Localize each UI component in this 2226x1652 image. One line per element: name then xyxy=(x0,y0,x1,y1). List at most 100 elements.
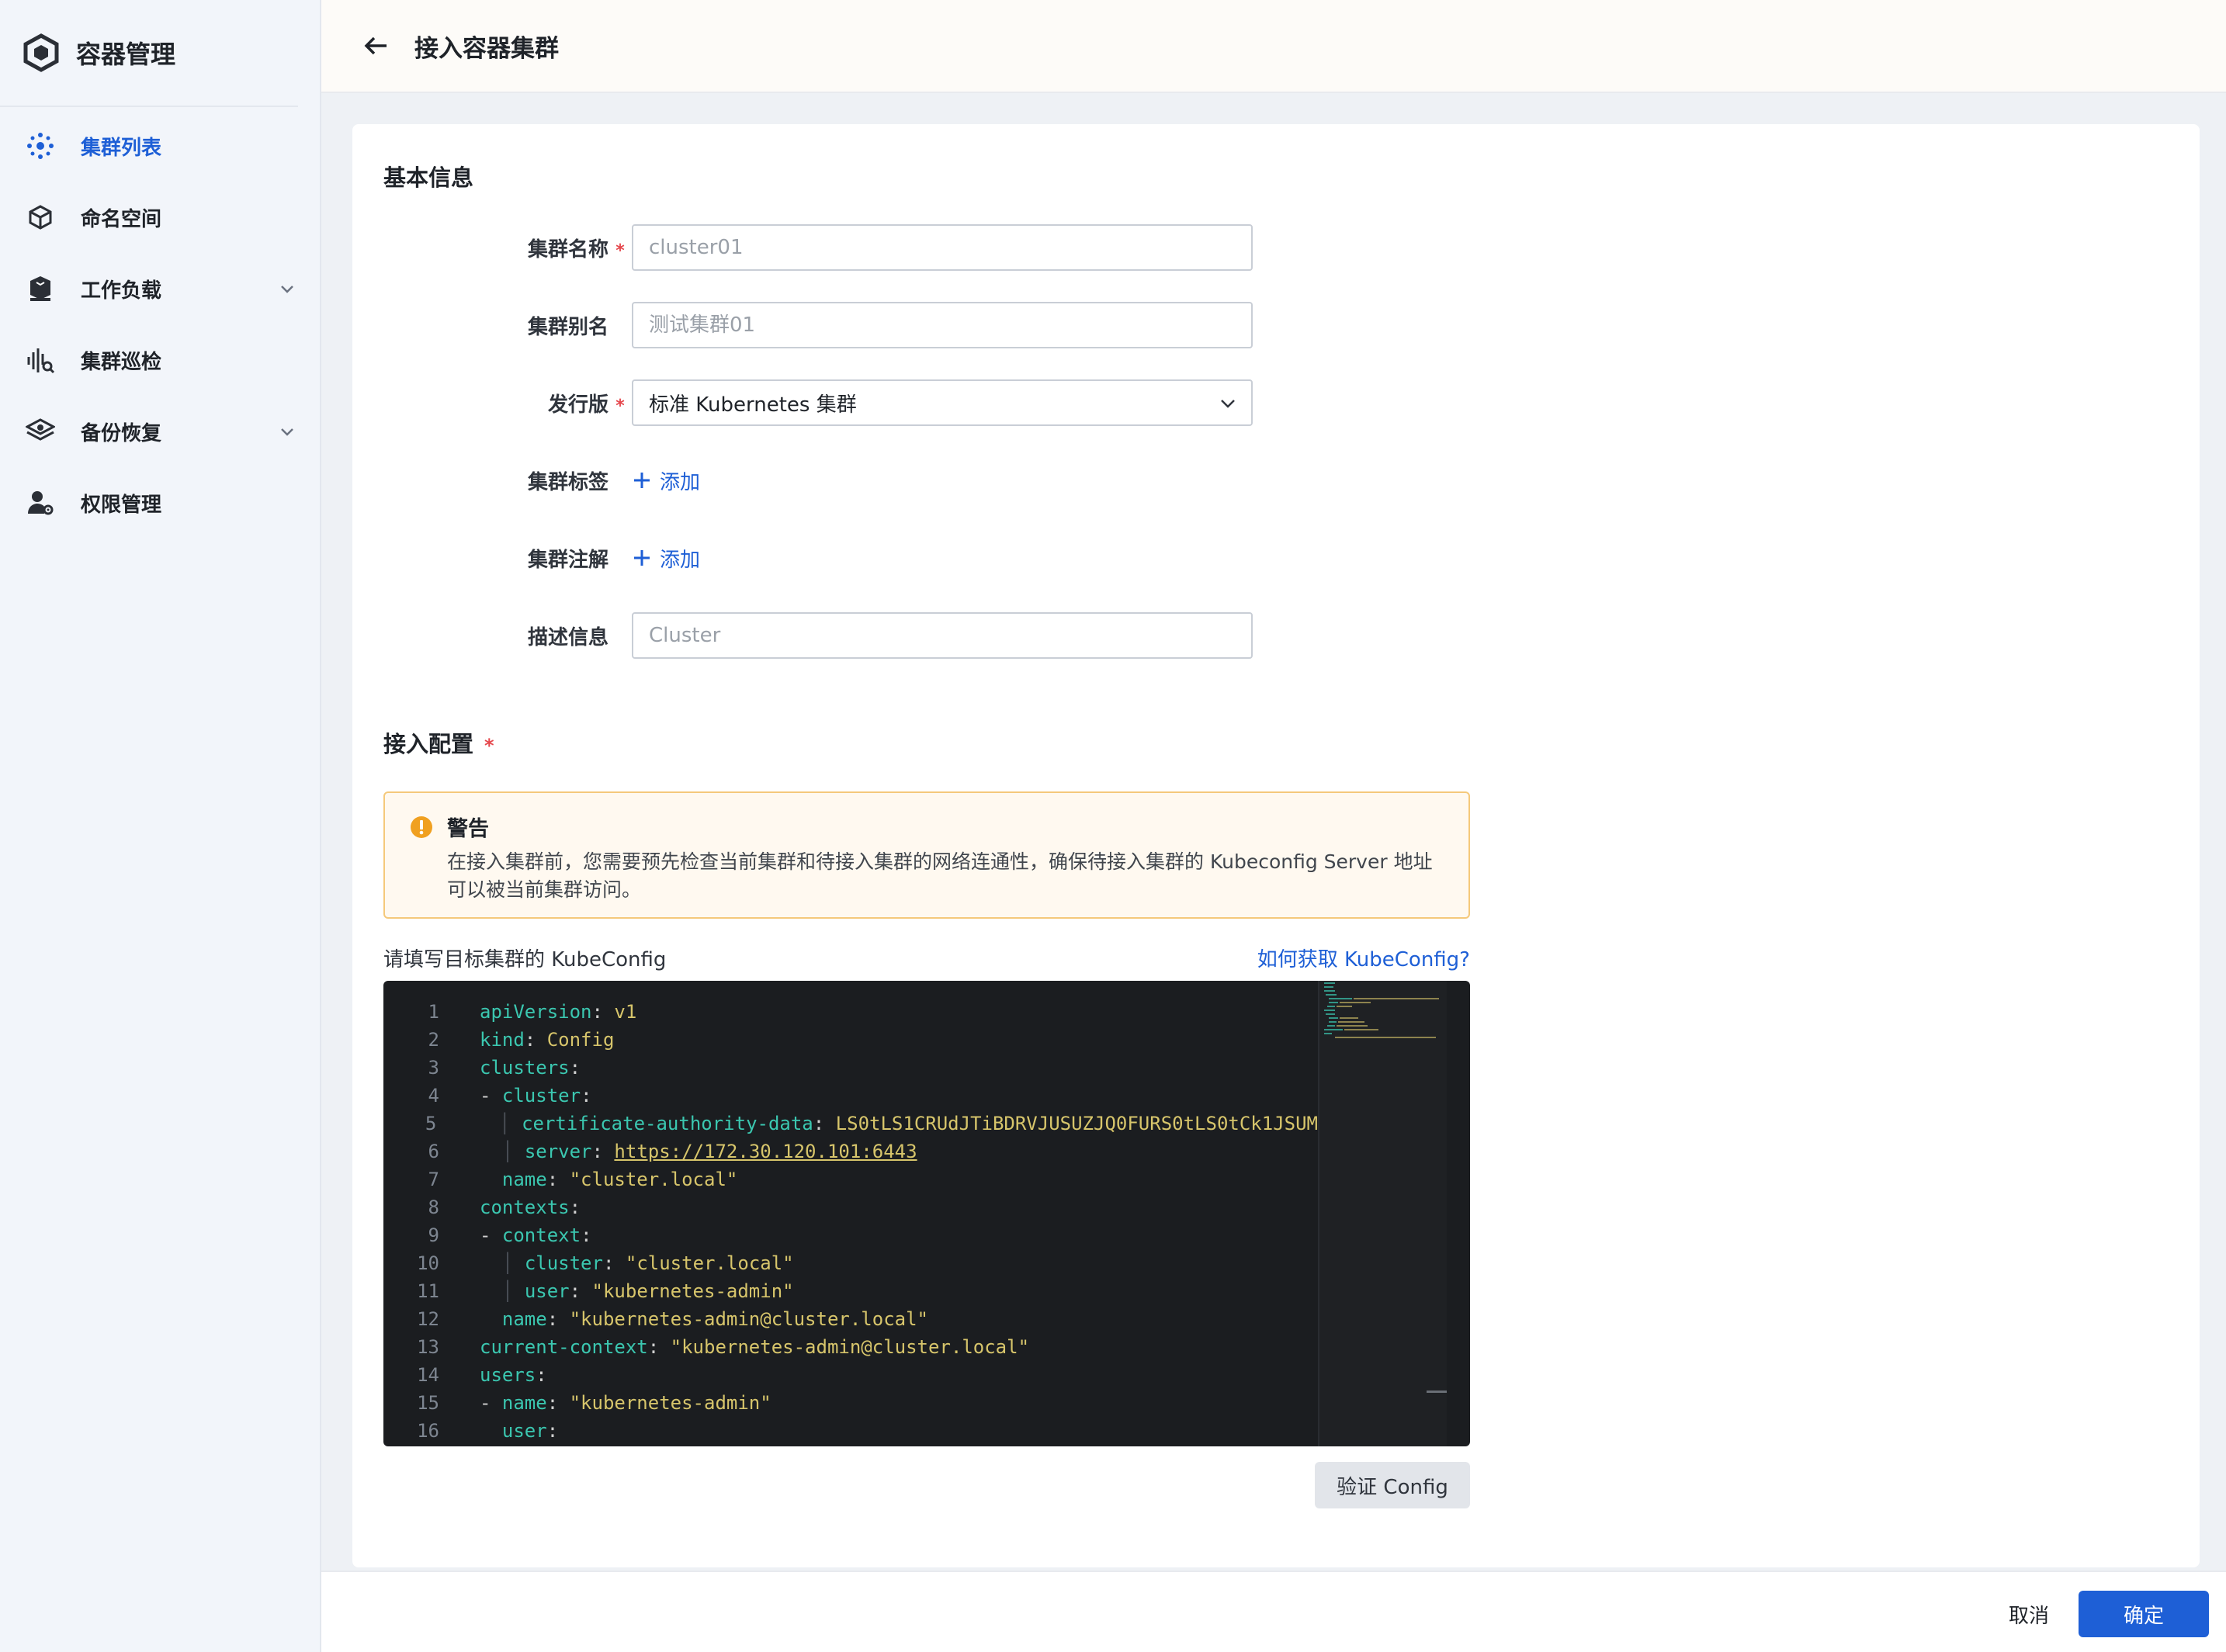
page-header: 接入容器集群 xyxy=(321,0,2226,93)
sidebar-item-namespace[interactable]: 命名空间 xyxy=(0,182,320,253)
minimap-scroll-indicator xyxy=(1427,1391,1447,1393)
add-annotation-button[interactable]: 添加 xyxy=(632,544,700,573)
kubeconfig-editor[interactable]: 1 apiVersion: v1 2 kind: Config 3 clusters: 4 -… xyxy=(383,981,1470,1446)
warning-icon xyxy=(411,816,432,838)
editor-line: 15 - name: "kubernetes-admin" xyxy=(383,1389,1318,1417)
warning-title: 警告 xyxy=(447,817,489,841)
sidebar-item-label: 权限管理 xyxy=(81,493,162,517)
cluster-alias-label: 集群别名 xyxy=(527,315,609,339)
code-text: contexts: xyxy=(480,1197,581,1218)
editor-minimap[interactable] xyxy=(1318,981,1447,1446)
code-text: │ cluster: "cluster.local" xyxy=(501,1252,794,1274)
form-row-description: 描述信息 xyxy=(352,612,1253,659)
brand: 容器管理 xyxy=(0,0,298,107)
sidebar-item-backup[interactable]: 备份恢复 xyxy=(0,396,320,467)
code-text: current-context: "kubernetes-admin@clust… xyxy=(480,1336,1030,1358)
cluster-icon xyxy=(25,130,56,161)
line-number: 16 xyxy=(417,1420,439,1442)
confirm-button[interactable]: 确定 xyxy=(2079,1591,2209,1637)
sidebar-item-inspection[interactable]: 集群巡检 xyxy=(0,324,320,396)
line-number: 12 xyxy=(417,1308,439,1330)
editor-line: 9 - context: xyxy=(383,1221,1318,1249)
code-text: │ certificate-authority-data: LS0tLS1CRU… xyxy=(499,1113,1318,1134)
chevron-down-icon[interactable] xyxy=(278,279,296,298)
editor-line: 10 │ cluster: "cluster.local" xyxy=(383,1249,1318,1277)
kubeconfig-help-text: 如何获取 KubeConfig? xyxy=(1257,948,1470,971)
line-number: 7 xyxy=(428,1169,439,1190)
sidebar-item-label: 备份恢复 xyxy=(81,421,162,445)
code-text: apiVersion: v1 xyxy=(480,1001,637,1023)
minimap-preview xyxy=(1324,982,1439,1038)
arrow-left-icon[interactable] xyxy=(362,32,390,60)
form-row-cluster-labels: 集群标签 添加 xyxy=(352,457,700,504)
page-footer: 取消 确定 xyxy=(321,1571,2226,1652)
line-number: 10 xyxy=(417,1252,439,1274)
sidebar-item-permission[interactable]: 权限管理 xyxy=(0,467,320,539)
code-text: name: "kubernetes-admin@cluster.local" xyxy=(501,1308,928,1330)
cluster-alias-input[interactable] xyxy=(632,302,1253,348)
editor-line: 8 contexts: xyxy=(383,1193,1318,1221)
line-number: 13 xyxy=(417,1336,439,1358)
code-text: kind: Config xyxy=(480,1029,615,1051)
description-input[interactable] xyxy=(632,612,1253,659)
cluster-annotations-label: 集群注解 xyxy=(527,548,609,572)
sidebar-item-workload[interactable]: 工作负载 xyxy=(0,253,320,324)
line-number: 2 xyxy=(428,1029,439,1051)
code-text: clusters: xyxy=(480,1057,581,1079)
code-text: name: "cluster.local" xyxy=(501,1169,738,1190)
code-text: - cluster: xyxy=(480,1085,592,1107)
line-number: 11 xyxy=(417,1280,439,1302)
chevron-down-icon[interactable] xyxy=(278,422,296,441)
hexagon-logo-icon xyxy=(23,33,59,72)
warning-alert: 警告 在接入集群前，您需要预先检查当前集群和待接入集群的网络连通性，确保待接入集… xyxy=(383,791,1470,919)
editor-line: 4 - cluster: xyxy=(383,1082,1318,1110)
line-number: 15 xyxy=(417,1392,439,1414)
editor-line: 7 name: "cluster.local" xyxy=(383,1165,1318,1193)
editor-line: 3 clusters: xyxy=(383,1054,1318,1082)
distribution-select[interactable]: 标准 Kubernetes 集群 xyxy=(632,379,1253,426)
editor-line: 14 users: xyxy=(383,1361,1318,1389)
line-number: 5 xyxy=(425,1113,437,1134)
section-title-basic: 基本信息 xyxy=(383,165,474,191)
chevron-down-icon xyxy=(1221,400,1235,408)
form-row-cluster-name: 集群名称 * xyxy=(352,224,1253,271)
required-mark: * xyxy=(615,396,625,416)
cluster-name-input[interactable] xyxy=(632,224,1253,271)
sidebar-nav: 集群列表 命名空间 工作负载 集群巡检 备份恢复 权限管理 xyxy=(0,110,320,539)
required-mark: * xyxy=(484,735,494,757)
add-label-button[interactable]: 添加 xyxy=(632,466,700,495)
plus-icon xyxy=(634,550,650,566)
description-label: 描述信息 xyxy=(527,625,609,649)
code-text: user: xyxy=(501,1420,559,1442)
line-number: 9 xyxy=(428,1224,439,1246)
editor-line: 2 kind: Config xyxy=(383,1026,1318,1054)
form-card: 基本信息 集群名称 * 集群别名 发行版 * 标准 Kubernetes 集群 集群… xyxy=(352,124,2200,1567)
form-row-cluster-annotations: 集群注解 添加 xyxy=(352,535,700,581)
line-number: 3 xyxy=(428,1057,439,1079)
line-number: 8 xyxy=(428,1197,439,1218)
verify-config-button[interactable]: 验证 Config xyxy=(1315,1462,1470,1508)
form-row-cluster-alias: 集群别名 xyxy=(352,302,1253,348)
code-text: - name: "kubernetes-admin" xyxy=(480,1392,771,1414)
editor-line: 12 name: "kubernetes-admin@cluster.local… xyxy=(383,1305,1318,1333)
section-title-access: 接入配置 * xyxy=(383,726,494,759)
code-text: - context: xyxy=(480,1224,592,1246)
sidebar-item-label: 集群列表 xyxy=(81,136,162,160)
editor-line: 1 apiVersion: v1 xyxy=(383,998,1318,1026)
distribution-label: 发行版 xyxy=(547,393,609,417)
sidebar-item-label: 命名空间 xyxy=(81,207,162,231)
line-number: 4 xyxy=(428,1085,439,1107)
cluster-labels-label: 集群标签 xyxy=(527,470,609,494)
editor-line: 6 │ server: https://172.30.120.101:6443 xyxy=(383,1138,1318,1165)
backup-icon xyxy=(25,416,56,447)
app-title: 容器管理 xyxy=(76,40,176,69)
line-number: 6 xyxy=(428,1141,439,1162)
form-row-distribution: 发行版 * 标准 Kubernetes 集群 xyxy=(352,379,1253,426)
add-annotation-text: 添加 xyxy=(660,548,701,572)
inspection-icon xyxy=(25,345,56,376)
required-mark: * xyxy=(615,241,625,261)
sidebar-item-cluster-list[interactable]: 集群列表 xyxy=(0,110,320,182)
access-title: 接入配置 xyxy=(383,731,474,757)
editor-code-area[interactable]: 1 apiVersion: v1 2 kind: Config 3 clusters: 4 -… xyxy=(383,998,1318,1445)
cancel-button[interactable]: 取消 xyxy=(1975,1591,2083,1637)
